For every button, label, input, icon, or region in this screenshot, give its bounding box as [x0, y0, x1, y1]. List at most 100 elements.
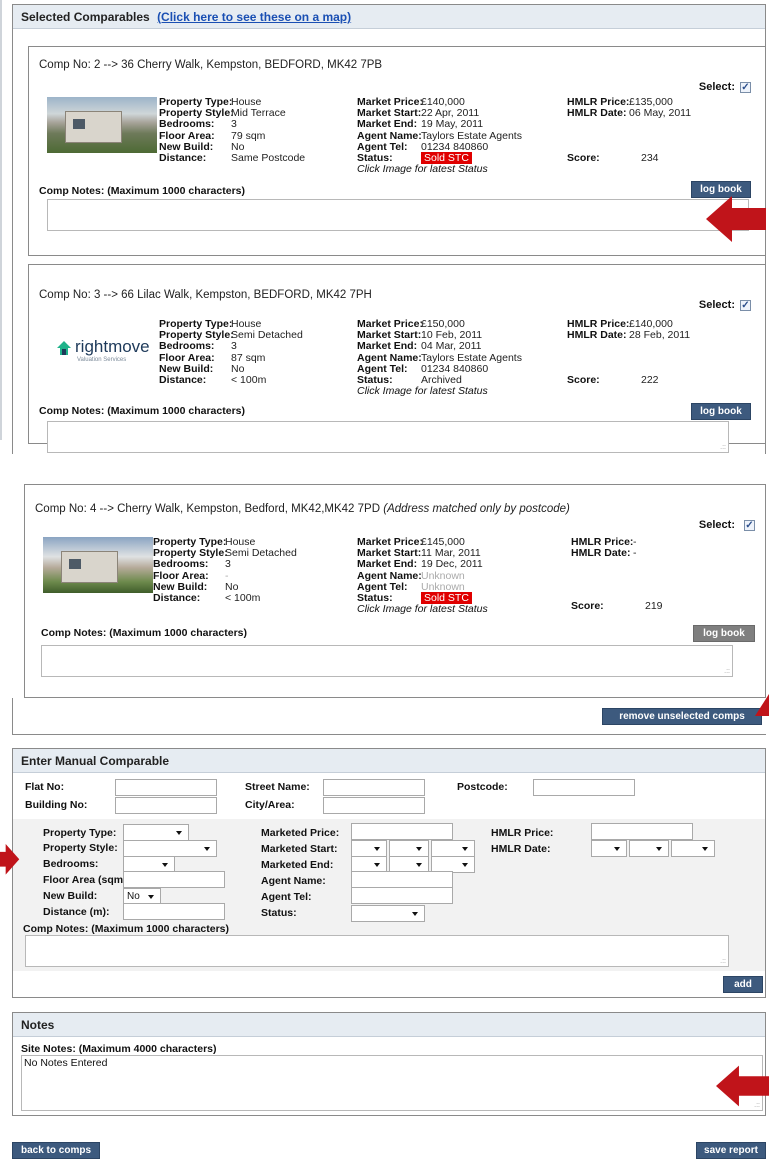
hmlr-details: HMLR Price: - HMLR Date: -: [571, 536, 637, 560]
marketed-end-label: Marketed End:: [261, 859, 334, 871]
hmlr-date-month-select[interactable]: [629, 840, 669, 857]
chevron-down-icon: [462, 847, 468, 851]
manual-comparable-title: Enter Manual Comparable: [13, 749, 765, 773]
new-build-label: New Build:: [43, 890, 98, 902]
chevron-down-icon: [614, 847, 620, 851]
flat-no-label: Flat No:: [25, 781, 65, 793]
property-details: Property Type: House Property Style: Mid T…: [159, 96, 306, 164]
street-name-input[interactable]: [323, 779, 425, 796]
street-name-label: Street Name:: [245, 781, 310, 793]
comp-notes-label: Comp Notes: (Maximum 1000 characters): [41, 627, 247, 639]
chevron-down-icon: [462, 863, 468, 867]
hmlr-details: HMLR Price: £135,000 HMLR Date: 06 May, 20…: [567, 96, 692, 120]
map-link[interactable]: (Click here to see these on a map): [157, 10, 351, 24]
property-type-label: Property Type:: [43, 827, 117, 839]
hmlr-date-year-select[interactable]: [671, 840, 715, 857]
postcode-label: Postcode:: [457, 781, 508, 793]
marketed-start-year-select[interactable]: [431, 840, 475, 857]
score: Score: 219: [571, 600, 663, 612]
selected-comparables-title: Selected Comparables (Click here to see …: [13, 5, 765, 29]
city-area-input[interactable]: [323, 797, 425, 814]
comp-notes-label: Comp Notes: (Maximum 1000 characters): [39, 185, 245, 197]
comp-card-4: Comp No: 4 --> Cherry Walk, Kempston, Be…: [24, 484, 766, 698]
site-notes-label: Site Notes: (Maximum 4000 characters): [21, 1043, 217, 1055]
property-details: Property Type: House Property Style: Semi …: [153, 536, 297, 604]
chevron-down-icon: [702, 847, 708, 851]
comp-card-3: Comp No: 3 --> 66 Lilac Walk, Kempston, …: [28, 264, 766, 453]
property-type-select[interactable]: [123, 824, 189, 841]
floor-area-label: Floor Area (sqm):: [43, 874, 131, 886]
manual-notes-input[interactable]: .::: [25, 935, 729, 967]
site-notes-input[interactable]: No Notes Entered .::: [21, 1055, 763, 1111]
building-no-input[interactable]: [115, 797, 217, 814]
click-image-note: Click Image for latest Status: [357, 163, 488, 176]
comp-notes-input[interactable]: .::: [41, 645, 733, 677]
chevron-down-icon: [416, 863, 422, 867]
log-book-button[interactable]: log book: [693, 625, 755, 642]
hmlr-price-label: HMLR Price:: [491, 827, 554, 839]
property-photo[interactable]: [47, 97, 157, 153]
notes-panel: Notes Site Notes: (Maximum 4000 characte…: [12, 1012, 766, 1116]
save-report-button[interactable]: save report: [696, 1142, 766, 1159]
back-to-comps-button[interactable]: back to comps: [12, 1142, 100, 1159]
selected-comparables-heading: Selected Comparables: [21, 10, 150, 24]
score: Score: 234: [567, 152, 659, 164]
marketed-start-day-select[interactable]: [351, 840, 387, 857]
comp-heading: Comp No: 4 --> Cherry Walk, Kempston, Be…: [35, 503, 570, 515]
chevron-down-icon: [416, 847, 422, 851]
marketed-start-month-select[interactable]: [389, 840, 429, 857]
building-no-label: Building No:: [25, 799, 88, 811]
annotation-arrow-icon: [706, 196, 766, 242]
chevron-down-icon: [204, 847, 210, 851]
score: Score: 222: [567, 374, 659, 386]
comp-heading: Comp No: 3 --> 66 Lilac Walk, Kempston, …: [39, 289, 372, 301]
marketed-price-input[interactable]: [351, 823, 453, 840]
click-image-note: Click Image for latest Status: [357, 385, 488, 398]
floor-area-input[interactable]: [123, 871, 225, 888]
select-checkbox[interactable]: ✓: [740, 82, 751, 93]
agent-name-input[interactable]: [351, 871, 453, 888]
property-style-select[interactable]: [123, 840, 217, 857]
site-notes-value: No Notes Entered: [24, 1057, 108, 1069]
comp-notes-label: Comp Notes: (Maximum 1000 characters): [39, 405, 245, 417]
select-checkbox[interactable]: ✓: [744, 520, 755, 531]
market-details: Market Price: £145,000 Market Start: 11 Ma…: [357, 536, 488, 616]
log-book-button[interactable]: log book: [691, 403, 751, 420]
hmlr-date-day-select[interactable]: [591, 840, 627, 857]
select-checkbox[interactable]: ✓: [740, 300, 751, 311]
select-label: Select:: [698, 519, 735, 531]
agent-name-label: Agent Name:: [261, 875, 326, 887]
marketed-start-label: Marketed Start:: [261, 843, 338, 855]
chevron-down-icon: [176, 831, 182, 835]
hmlr-price-input[interactable]: [591, 823, 693, 840]
rightmove-logo-icon: [57, 341, 71, 355]
remove-unselected-button[interactable]: remove unselected comps: [602, 708, 762, 725]
comp-heading: Comp No: 2 --> 36 Cherry Walk, Kempston,…: [39, 59, 383, 71]
manual-notes-label: Comp Notes: (Maximum 1000 characters): [23, 923, 229, 935]
distance-input[interactable]: [123, 903, 225, 920]
property-details: Property Type: House Property Style: Semi …: [159, 318, 303, 386]
comp-card-2: Comp No: 2 --> 36 Cherry Walk, Kempston,…: [28, 46, 766, 256]
status-select[interactable]: [351, 905, 425, 922]
chevron-down-icon: [148, 895, 154, 899]
section-rule: [12, 734, 766, 735]
address-match-note: (Address matched only by postcode): [383, 503, 570, 515]
status-label: Status:: [261, 907, 297, 919]
add-button[interactable]: add: [723, 976, 763, 993]
comp-notes-input[interactable]: .::: [47, 421, 729, 453]
agent-tel-input[interactable]: [351, 887, 453, 904]
manual-comparable-panel: Enter Manual Comparable Flat No: Buildin…: [12, 748, 766, 998]
market-details: Market Price: £140,000 Market Start: 22 Ap…: [357, 96, 522, 176]
hmlr-details: HMLR Price: £140,000 HMLR Date: 28 Feb, 20…: [567, 318, 691, 342]
comp-notes-input[interactable]: .::: [47, 199, 749, 231]
property-photo[interactable]: rightmove Valuation Services: [47, 319, 157, 375]
marketed-price-label: Marketed Price:: [261, 827, 340, 839]
postcode-input[interactable]: [533, 779, 635, 796]
flat-no-input[interactable]: [115, 779, 217, 796]
distance-label: Distance (m):: [43, 906, 110, 918]
bedrooms-label: Bedrooms:: [43, 858, 99, 870]
property-photo[interactable]: [43, 537, 153, 593]
annotation-arrow-icon: [755, 694, 769, 716]
annotation-arrow-icon: [0, 843, 20, 875]
market-details: Market Price: £150,000 Market Start: 10 Fe…: [357, 318, 522, 398]
